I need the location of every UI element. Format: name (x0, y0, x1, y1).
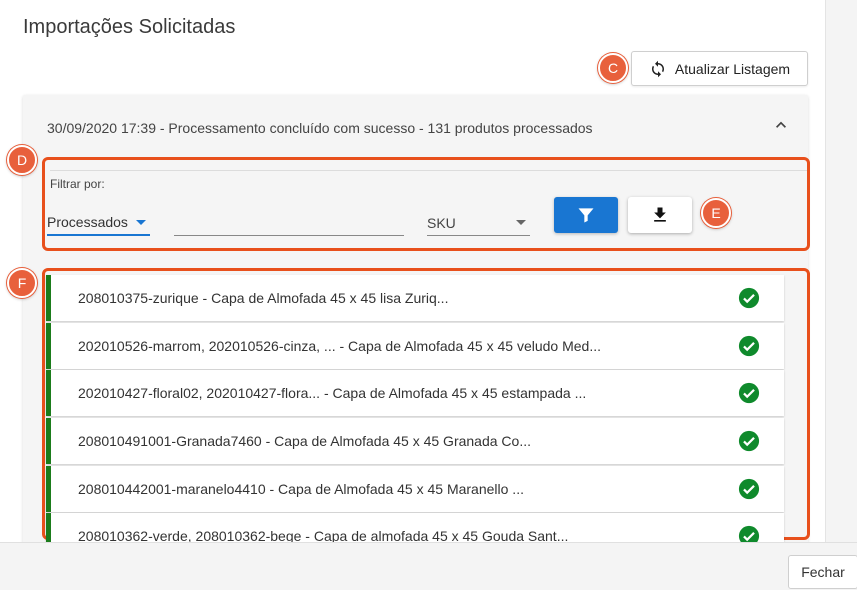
check-circle-icon (738, 287, 760, 309)
download-button[interactable] (628, 197, 692, 233)
check-circle-icon (738, 382, 760, 404)
item-text: 202010526-marrom, 202010526-cinza, ... -… (78, 338, 601, 354)
refresh-list-label: Atualizar Listagem (674, 60, 791, 77)
field-select-value: SKU (427, 214, 456, 231)
item-text: 208010375-zurique - Capa de Almofada 45 … (78, 290, 449, 306)
item-text: 208010442001-maranelo4410 - Capa de Almo… (78, 481, 524, 497)
list-item[interactable]: 208010442001-maranelo4410 - Capa de Almo… (46, 466, 784, 512)
filter-label: Filtrar por: (50, 177, 105, 191)
annotation-marker-f: F (7, 268, 37, 298)
filter-icon (578, 208, 594, 223)
dialog-footer (0, 542, 857, 590)
filter-highlight-box (42, 157, 810, 251)
apply-filter-button[interactable] (554, 197, 618, 233)
status-select-value: Processados (47, 214, 128, 230)
annotation-marker-d: D (7, 145, 37, 175)
annotation-marker-c: C (598, 53, 628, 83)
list-item[interactable]: 208010491001-Granada7460 - Capa de Almof… (46, 418, 784, 464)
check-circle-icon (738, 430, 760, 452)
annotation-marker-e: E (701, 198, 731, 228)
item-text: 202010427-floral02, 202010427-flora... -… (78, 385, 587, 401)
list-item[interactable]: 208010375-zurique - Capa de Almofada 45 … (46, 275, 784, 321)
field-select[interactable]: SKU (427, 210, 530, 236)
list-item[interactable]: 202010526-marrom, 202010526-cinza, ... -… (46, 323, 784, 369)
check-circle-icon (738, 335, 760, 357)
filter-search-input[interactable] (174, 210, 404, 236)
check-circle-icon (738, 525, 760, 542)
list-item[interactable]: 202010427-floral02, 202010427-flora... -… (46, 370, 784, 416)
download-icon (654, 207, 666, 222)
refresh-list-button[interactable]: Atualizar Listagem (631, 51, 808, 86)
import-summary[interactable]: 30/09/2020 17:39 - Processamento concluí… (47, 120, 593, 136)
dropdown-arrow-icon (516, 220, 526, 225)
refresh-icon (651, 60, 664, 77)
chevron-up-icon[interactable] (771, 115, 791, 135)
item-text: 208010491001-Granada7460 - Capa de Almof… (78, 433, 531, 449)
status-select[interactable]: Processados (47, 210, 150, 236)
dropdown-arrow-icon (136, 219, 146, 225)
list-item[interactable]: 208010362-verde, 208010362-bege - Capa d… (46, 513, 784, 542)
check-circle-icon (738, 478, 760, 500)
import-panel: Importações Solicitadas Atualizar Listag… (0, 0, 826, 542)
close-button[interactable]: Fechar (788, 555, 857, 589)
page-title: Importações Solicitadas (23, 16, 236, 38)
item-text: 208010362-verde, 208010362-bege - Capa d… (78, 528, 569, 542)
